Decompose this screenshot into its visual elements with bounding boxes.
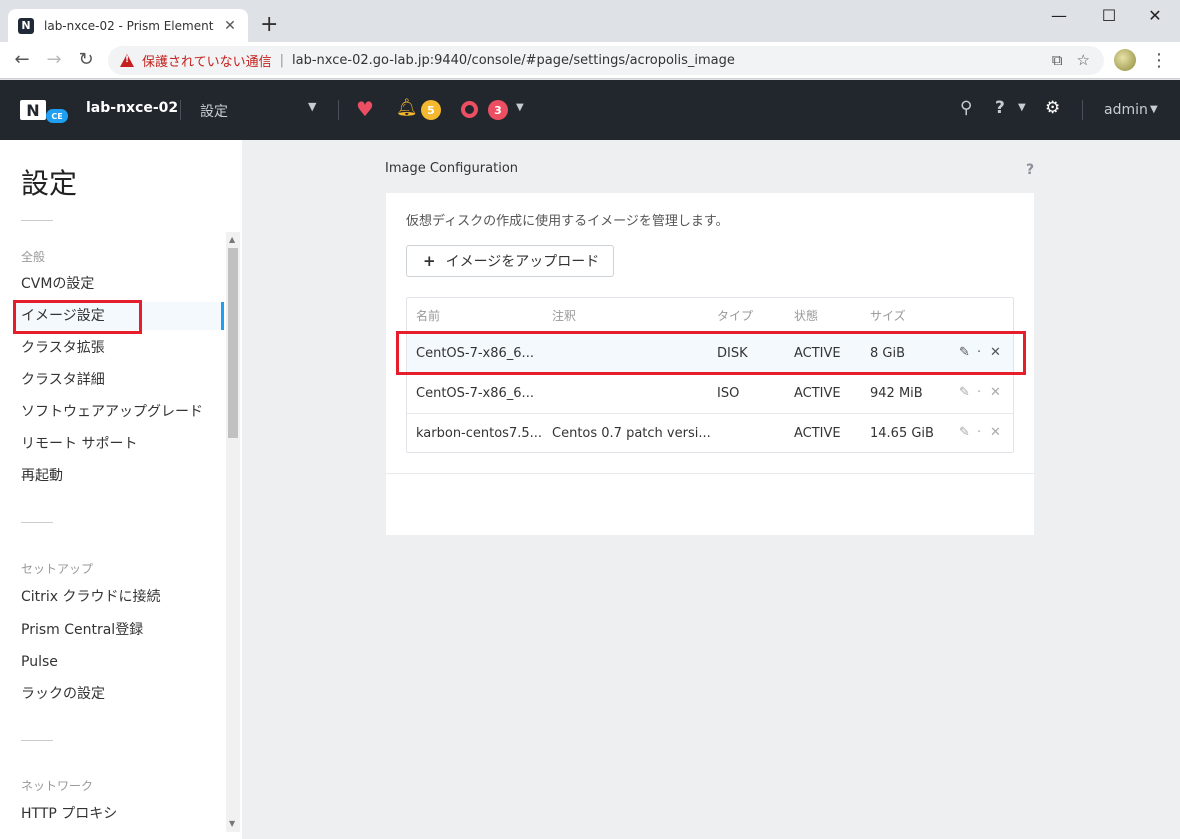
chevron-down-icon[interactable]: ▼ (1018, 102, 1026, 113)
app-header: N CE lab-nxce-02 設定 ▼ ♥ 🔔︎ 5 3 ▼ ⚲ ? ▼ ⚙… (0, 80, 1180, 140)
image-name: CentOS-7-x86_6... (416, 386, 534, 401)
section-dropdown[interactable]: 設定 (200, 101, 228, 121)
chevron-down-icon[interactable]: ▼ (516, 102, 524, 113)
nav-divider (21, 522, 53, 523)
ce-badge: CE (46, 109, 68, 123)
tab-close-icon[interactable]: ✕ (222, 18, 238, 34)
url-text[interactable]: lab-nxce-02.go-lab.jp:9440/console/#page… (292, 53, 735, 68)
sidebar-item-remote-support[interactable]: リモート サポート (21, 430, 221, 458)
reload-icon[interactable]: ↻ (74, 50, 98, 70)
window-minimize-button[interactable]: — (1036, 4, 1082, 28)
critical-alert-icon[interactable] (461, 101, 478, 118)
image-name: karbon-centos7.5... (416, 426, 543, 441)
sidebar-item-pulse[interactable]: Pulse (21, 648, 221, 676)
alert-bell-icon[interactable]: 🔔︎ (396, 98, 418, 118)
sidebar-item-software-upgrade[interactable]: ソフトウェアアップグレード (21, 398, 221, 426)
column-header-size[interactable]: サイズ (870, 307, 906, 324)
omnibox-divider: | (279, 53, 285, 68)
chevron-down-icon[interactable]: ▼ (1150, 104, 1158, 115)
warning-count-badge[interactable]: 5 (421, 100, 441, 120)
image-state: ACTIVE (794, 426, 841, 441)
critical-count-badge[interactable]: 3 (488, 100, 508, 120)
delete-icon[interactable]: ✕ (990, 425, 1001, 440)
column-header-annotation[interactable]: 注釈 (552, 307, 576, 324)
scroll-thumb[interactable] (228, 248, 238, 438)
nav-group-setup: セットアップ (21, 562, 94, 576)
browser-tab[interactable]: N lab-nxce-02 - Prism Element ✕ (8, 9, 248, 42)
browser-toolbar: ← → ↻ 保護されていない通信 | lab-nxce-02.go-lab.jp… (0, 42, 1180, 79)
image-annotation: Centos 0.7 patch versi... (552, 426, 711, 441)
sidebar-item-http-proxy[interactable]: HTTP プロキシ (21, 800, 221, 828)
action-separator: · (977, 385, 982, 400)
scroll-down-icon[interactable]: ▼ (229, 819, 235, 828)
help-icon[interactable]: ? (1026, 162, 1034, 178)
bookmark-star-icon[interactable]: ☆ (1077, 51, 1090, 69)
address-bar[interactable]: 保護されていない通信 | lab-nxce-02.go-lab.jp:9440/… (108, 46, 1104, 75)
back-arrow-icon[interactable]: ← (10, 50, 34, 70)
sidebar-item-cluster-expand[interactable]: クラスタ拡張 (21, 334, 221, 362)
image-state: ACTIVE (794, 386, 841, 401)
sidebar-item-reboot[interactable]: 再起動 (21, 462, 221, 490)
edit-pencil-icon[interactable]: ✎ (959, 425, 970, 440)
image-type: ISO (717, 386, 740, 401)
panel-description: 仮想ディスクの作成に使用するイメージを管理します。 (406, 214, 729, 229)
panel-divider (386, 473, 1034, 474)
sidebar-item-cvm[interactable]: CVMの設定 (21, 270, 221, 298)
table-header: 名前 注釈 タイプ 状態 サイズ (407, 298, 1013, 332)
warning-icon (120, 54, 134, 67)
header-divider (180, 100, 181, 120)
nav-group-general: 全般 (21, 250, 46, 264)
edit-pencil-icon[interactable]: ✎ (959, 385, 970, 400)
image-size: 14.65 GiB (870, 426, 934, 441)
sidebar-item-citrix-cloud[interactable]: Citrix クラウドに接続 (21, 583, 221, 611)
new-tab-button[interactable]: + (260, 14, 278, 36)
upload-image-label: イメージをアップロード (445, 254, 600, 270)
scroll-up-icon[interactable]: ▲ (229, 235, 235, 244)
browser-menu-icon[interactable]: ⋮ (1150, 50, 1168, 71)
chevron-down-icon[interactable]: ▼ (308, 100, 316, 113)
forward-arrow-icon[interactable]: → (42, 50, 66, 70)
nav-group-network: ネットワーク (21, 779, 94, 793)
sidebar-item-prism-central[interactable]: Prism Central登録 (21, 616, 221, 644)
translate-icon[interactable]: ⧉ (1052, 51, 1063, 69)
cluster-name[interactable]: lab-nxce-02 (86, 100, 178, 116)
column-header-name[interactable]: 名前 (416, 307, 440, 324)
page-title: 設定 (21, 167, 78, 200)
column-header-type[interactable]: タイプ (717, 307, 753, 324)
user-menu[interactable]: admin (1104, 102, 1148, 118)
table-row[interactable]: karbon-centos7.5... Centos 0.7 patch ver… (407, 413, 1013, 453)
image-table: 名前 注釈 タイプ 状態 サイズ CentOS-7-x86_6... DISK … (406, 297, 1014, 453)
sidebar-item-rack[interactable]: ラックの設定 (21, 680, 221, 708)
annotation-highlight-box (396, 331, 1026, 375)
sidebar-item-cluster-details[interactable]: クラスタ詳細 (21, 366, 221, 394)
window-maximize-button[interactable]: ☐ (1086, 4, 1132, 28)
action-separator: · (977, 425, 982, 440)
search-icon[interactable]: ⚲ (960, 98, 972, 118)
settings-sidebar: 設定 全般 CVMの設定 イメージ設定 クラスタ拡張 クラスタ詳細 ソフトウェア… (0, 140, 242, 839)
image-size: 942 MiB (870, 386, 923, 401)
nutanix-favicon-icon: N (18, 17, 34, 34)
window-close-button[interactable]: ✕ (1132, 4, 1178, 28)
upload-image-button[interactable]: + イメージをアップロード (406, 245, 614, 277)
annotation-highlight-box (13, 300, 142, 334)
header-divider (1082, 100, 1083, 120)
nutanix-logo[interactable]: N (20, 100, 46, 120)
delete-icon[interactable]: ✕ (990, 385, 1001, 400)
profile-avatar[interactable] (1114, 49, 1136, 71)
health-heart-icon[interactable]: ♥ (356, 97, 374, 121)
panel-title: Image Configuration (385, 161, 519, 176)
nav-divider (21, 740, 53, 741)
gear-icon[interactable]: ⚙ (1045, 98, 1060, 118)
help-icon[interactable]: ? (995, 98, 1005, 118)
table-row[interactable]: CentOS-7-x86_6... ISO ACTIVE 942 MiB ✎ ·… (407, 373, 1013, 413)
security-status[interactable]: 保護されていない通信 (142, 51, 272, 70)
nav-divider (21, 220, 53, 221)
tab-title: lab-nxce-02 - Prism Element (44, 18, 214, 33)
header-divider (338, 100, 339, 120)
plus-icon: + (423, 252, 436, 270)
column-header-state[interactable]: 状態 (794, 307, 818, 324)
browser-tabstrip: N lab-nxce-02 - Prism Element ✕ + — ☐ ✕ (0, 0, 1180, 42)
sidebar-scrollbar[interactable]: ▲ ▼ (226, 232, 240, 832)
